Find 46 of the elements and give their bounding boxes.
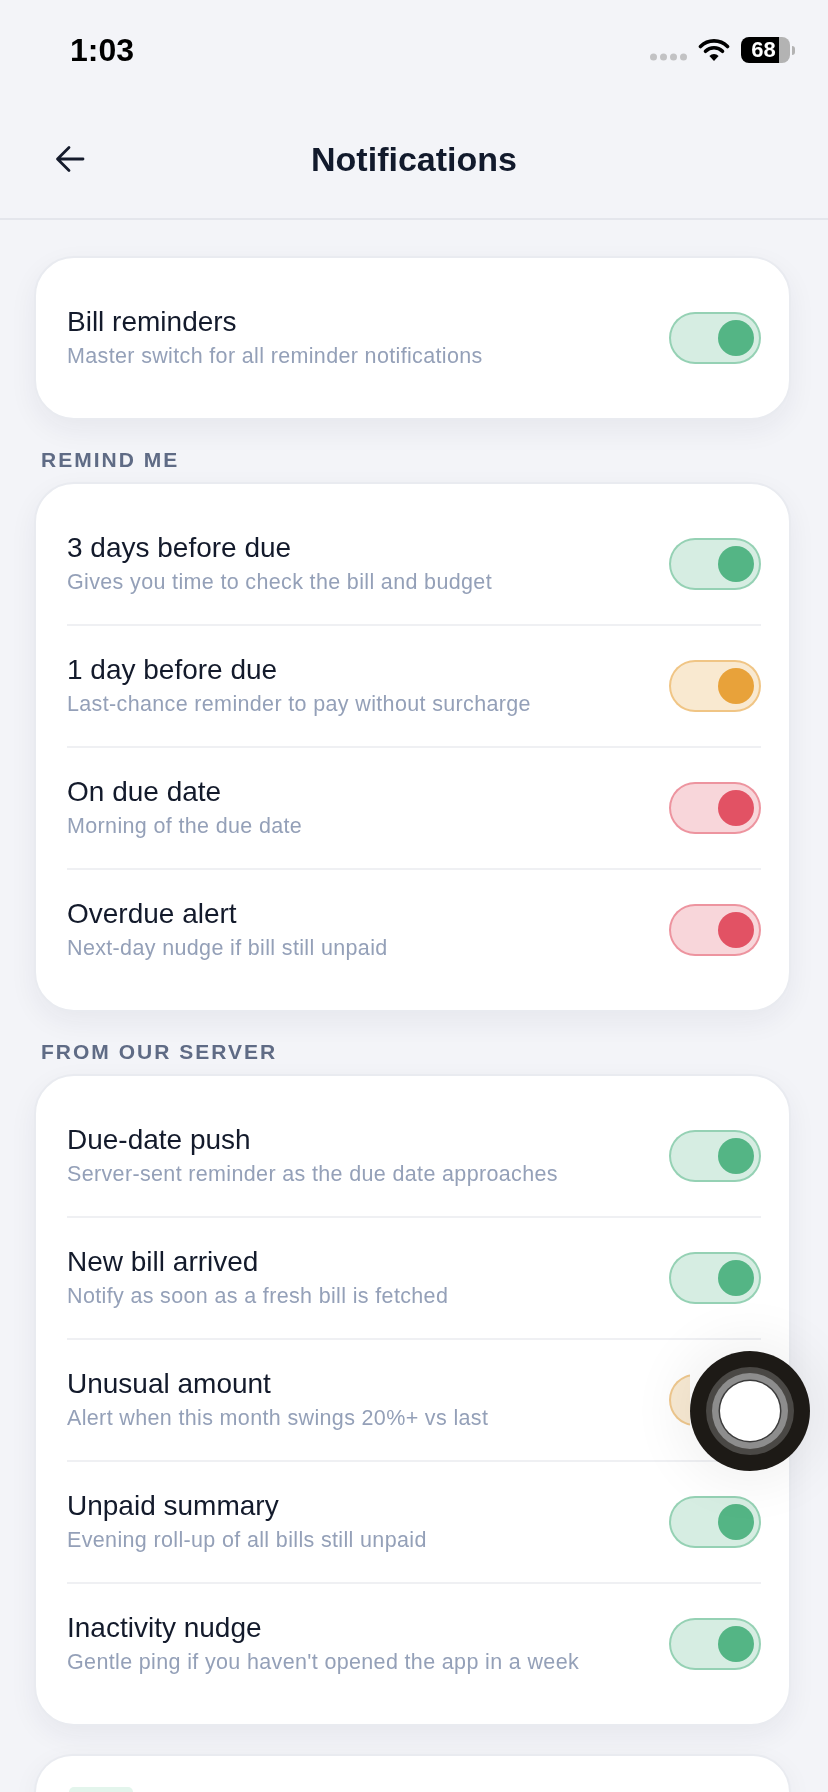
setting-title: Due-date push (67, 1123, 251, 1157)
toggle-switch[interactable] (669, 312, 761, 364)
setting-description: Notify as soon as a fresh bill is fetched (67, 1283, 449, 1310)
setting-title: Unusual amount (67, 1367, 271, 1401)
toggle-switch[interactable] (669, 660, 761, 712)
setting-description: Gentle ping if you haven't opened the app in a week (67, 1649, 580, 1676)
section-label: FROM OUR SERVER (41, 1039, 278, 1065)
setting-title: On due date (67, 775, 222, 809)
setting-title: Overdue alert (67, 897, 237, 931)
toggle-switch[interactable] (669, 904, 761, 956)
page-title: Notifications (311, 139, 517, 180)
setting-description: Morning of the due date (67, 813, 303, 840)
setting-description: Next-day nudge if bill still unpaid (67, 935, 388, 962)
toggle-thumb[interactable] (718, 1626, 754, 1662)
toggle-thumb[interactable] (718, 1504, 754, 1540)
section-label: REMIND ME (41, 447, 180, 473)
ring-icon (706, 1367, 794, 1455)
toggle-thumb[interactable] (718, 1260, 754, 1296)
wifi-icon (698, 38, 730, 62)
toggle-switch[interactable] (669, 538, 761, 590)
setting-title: Bill reminders (67, 305, 237, 339)
setting-title: New bill arrived (67, 1245, 259, 1279)
setting-title: Unpaid summary (67, 1489, 279, 1523)
signal-icon (650, 52, 687, 61)
setting-title: 1 day before due (67, 653, 278, 687)
setting-description: Last-chance reminder to pay without surcharge (67, 691, 531, 718)
toggle-switch[interactable] (669, 1618, 761, 1670)
setting-description: Evening roll-up of all bills still unpaid (67, 1527, 427, 1554)
setting-title: 3 days before due (67, 531, 292, 565)
setting-title: Inactivity nudge (67, 1611, 262, 1645)
toggle-thumb[interactable] (718, 1138, 754, 1174)
toggle-switch[interactable] (669, 1130, 761, 1182)
toggle-switch[interactable] (669, 782, 761, 834)
back-arrow-icon (55, 145, 85, 173)
setting-description: Gives you time to check the bill and budget (67, 569, 492, 596)
toggle-thumb[interactable] (718, 546, 754, 582)
setting-description: Server-sent reminder as the due date approaches (67, 1161, 558, 1188)
setting-description: Master switch for all reminder notifications (67, 343, 483, 370)
toggle-thumb[interactable] (718, 912, 754, 948)
status-time: 1:03 (70, 31, 135, 69)
setting-description: Alert when this month swings 20%+ vs last (67, 1405, 489, 1432)
toggle-switch[interactable] (669, 1252, 761, 1304)
toggle-switch[interactable] (669, 1496, 761, 1548)
toggle-thumb[interactable] (718, 790, 754, 826)
toggle-thumb[interactable] (718, 668, 754, 704)
toggle-thumb[interactable] (718, 320, 754, 356)
